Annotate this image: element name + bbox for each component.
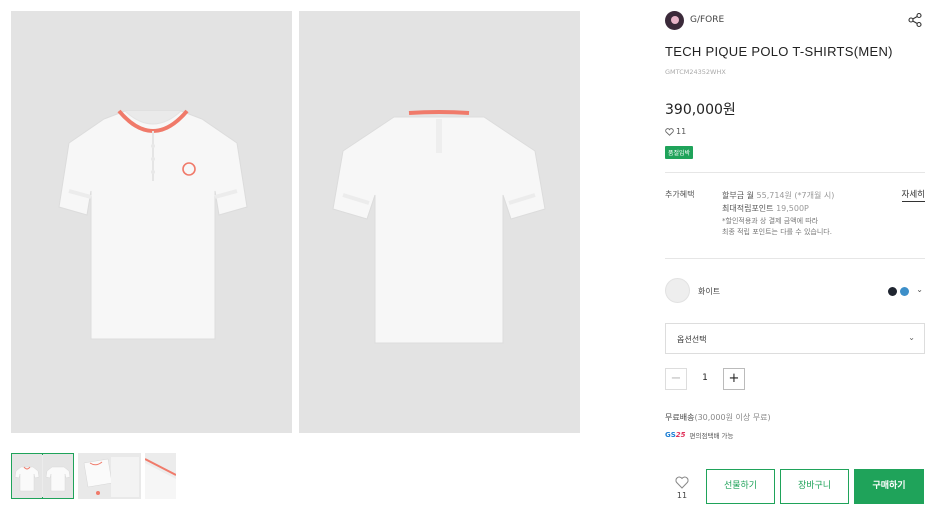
share-icon[interactable] xyxy=(907,12,923,28)
wishlist-count: 11 xyxy=(676,491,688,500)
product-title: TECH PIQUE POLO T-SHIRTS(MEN) xyxy=(665,44,893,59)
shipping-info: 무료배송(30,000원 이상 무료) xyxy=(665,412,771,423)
product-image-back[interactable] xyxy=(299,11,580,433)
color-option-navy[interactable] xyxy=(888,287,897,296)
brand-logo[interactable] xyxy=(665,11,684,30)
wishlist-button[interactable]: 11 xyxy=(665,472,699,504)
gs25-logo-gs: GS xyxy=(665,431,676,439)
quantity-minus-button[interactable]: − xyxy=(665,368,687,390)
installment-label: 할부금 월 xyxy=(722,191,757,200)
status-badge: 품절임박 xyxy=(665,146,694,159)
chevron-down-icon: ⌄ xyxy=(908,333,915,342)
benefit-note-line-2: 최종 적립 포인트는 다를 수 있습니다. xyxy=(722,228,832,236)
thumbnail-3[interactable] xyxy=(145,453,176,499)
installment-value: 55,714원 (*7개월 시) xyxy=(756,191,835,200)
product-image-front[interactable] xyxy=(11,11,292,433)
gs25-text: 편의점택배 가능 xyxy=(689,432,734,440)
heart-icon xyxy=(675,476,689,489)
polo-front-image xyxy=(58,109,248,340)
shipping-label: 무료배송 xyxy=(665,413,695,422)
chevron-down-icon[interactable]: ⌄ xyxy=(916,285,923,294)
thumbnail-2-image xyxy=(78,453,141,499)
brand-row: G/FORE xyxy=(665,11,925,31)
heart-icon xyxy=(665,127,674,136)
like-count: 11 xyxy=(665,127,686,136)
thumbnail-2[interactable] xyxy=(78,453,141,499)
add-to-cart-button[interactable]: 장바구니 xyxy=(780,469,849,504)
installment-line: 할부금 월 55,714원 (*7개월 시) xyxy=(722,189,834,202)
divider xyxy=(665,172,925,173)
option-select-label: 옵션선택 xyxy=(677,335,707,344)
polo-back-image xyxy=(332,110,546,344)
points-value: 19,500P xyxy=(776,204,809,213)
quantity-plus-button[interactable]: + xyxy=(723,368,745,390)
thumbnail-1-image xyxy=(12,454,73,498)
divider xyxy=(665,258,925,259)
selected-color-swatch xyxy=(665,278,690,303)
color-selector[interactable]: 화이트 ⌄ xyxy=(665,278,925,304)
shipping-condition: (30,000원 이상 무료) xyxy=(694,413,771,422)
product-code: GMTCM24352WHX xyxy=(665,68,726,76)
quantity-value[interactable]: 1 xyxy=(687,373,723,383)
benefit-lines: 할부금 월 55,714원 (*7개월 시) 최대적립포인트 19,500P xyxy=(722,189,834,215)
selected-color-name: 화이트 xyxy=(698,287,721,296)
points-label: 최대적립포인트 xyxy=(722,204,777,213)
brand-name[interactable]: G/FORE xyxy=(690,15,724,25)
gs25-logo: GS25 xyxy=(665,431,686,439)
thumbnail-1[interactable] xyxy=(11,453,74,499)
option-select[interactable]: 옵션선택 ⌄ xyxy=(665,323,925,354)
benefit-note-line-1: *할인적용과 상 결제 금액에 따라 xyxy=(722,217,819,225)
points-line: 최대적립포인트 19,500P xyxy=(722,202,834,215)
product-price: 390,000원 xyxy=(665,102,736,118)
gift-button[interactable]: 선물하기 xyxy=(706,469,775,504)
buy-now-button[interactable]: 구매하기 xyxy=(854,469,924,504)
thumbnail-strip xyxy=(11,453,176,499)
benefit-note: *할인적용과 상 결제 금액에 따라 최종 적립 포인트는 다를 수 있습니다. xyxy=(722,216,832,238)
like-count-value: 11 xyxy=(676,127,687,136)
quantity-stepper: − 1 + xyxy=(665,368,755,390)
color-option-blue[interactable] xyxy=(900,287,909,296)
gs25-delivery: GS25 편의점택배 가능 xyxy=(665,430,733,440)
benefit-detail-link[interactable]: 자세히 xyxy=(901,188,925,202)
gs25-logo-25: 25 xyxy=(675,431,686,439)
thumbnail-3-image xyxy=(145,453,176,499)
benefit-label: 추가혜택 xyxy=(665,190,695,199)
